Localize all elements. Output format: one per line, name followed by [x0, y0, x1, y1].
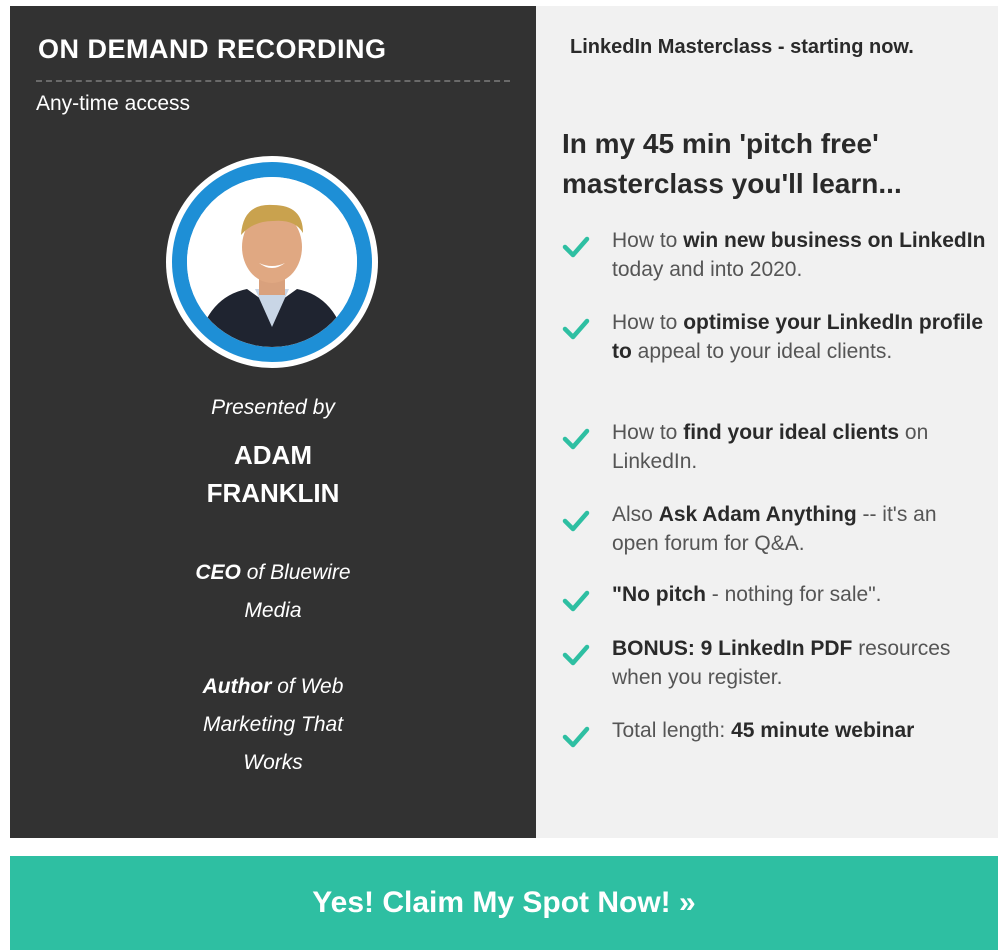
- presenter-panel: ON DEMAND RECORDING Any-time access Pres…: [10, 6, 536, 838]
- check-icon: [562, 644, 590, 666]
- presented-by-label: Presented by: [211, 396, 335, 419]
- check-icon: [562, 236, 590, 258]
- presenter-author: Author of Web Marketing That Works: [202, 675, 344, 774]
- presenter-name: ADAM FRANKLIN: [206, 440, 340, 508]
- list-item: How to win new business on LinkedIn toda…: [562, 226, 992, 308]
- recording-heading: ON DEMAND RECORDING: [38, 34, 387, 64]
- check-icon: [562, 726, 590, 748]
- avatar: [166, 156, 378, 368]
- list-item: "No pitch - nothing for sale".: [562, 580, 992, 634]
- check-icon: [562, 510, 590, 532]
- page-title: In my 45 min 'pitch free' masterclass yo…: [562, 128, 902, 199]
- list-item: Also Ask Adam Anything -- it's an open f…: [562, 500, 992, 580]
- list-item: BONUS: 9 LinkedIn PDF resources when you…: [562, 634, 992, 716]
- presenter-role: CEO of Bluewire Media: [195, 561, 351, 622]
- list-item: How to find your ideal clients on Linked…: [562, 418, 992, 500]
- webinar-card: ON DEMAND RECORDING Any-time access Pres…: [10, 6, 998, 838]
- list-item: How to optimise your LinkedIn profile to…: [562, 308, 992, 418]
- presenter-photo: [187, 177, 357, 347]
- check-icon: [562, 590, 590, 612]
- details-panel: LinkedIn Masterclass - starting now. In …: [536, 6, 998, 838]
- claim-spot-button[interactable]: Yes! Claim My Spot Now! »: [10, 856, 998, 950]
- access-subheading: Any-time access: [36, 92, 191, 115]
- presenter-photo-illustration: [187, 177, 357, 347]
- list-item: Total length: 45 minute webinar: [562, 716, 992, 756]
- benefit-list: How to win new business on LinkedIn toda…: [562, 226, 992, 756]
- check-icon: [562, 428, 590, 450]
- masterclass-status: LinkedIn Masterclass - starting now.: [570, 36, 914, 58]
- check-icon: [562, 318, 590, 340]
- dashed-divider: [36, 80, 510, 82]
